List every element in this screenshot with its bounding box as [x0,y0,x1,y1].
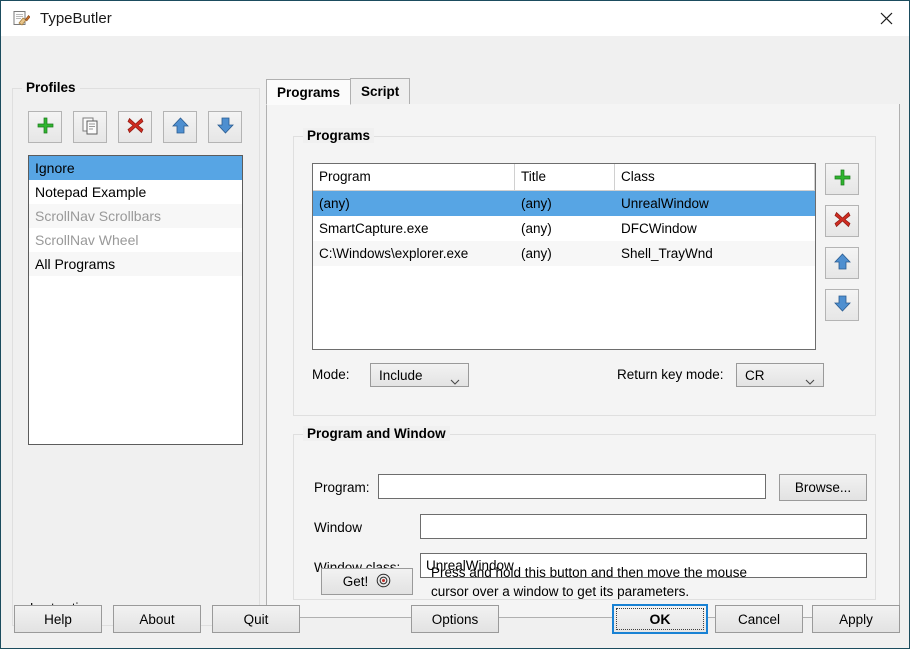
program-label: Program: [314,480,370,495]
apply-button[interactable]: Apply [812,605,900,633]
delete-program-button[interactable] [825,205,859,237]
tab-page-programs: Programs Program Title Class (any) (any)… [266,104,900,618]
list-item[interactable]: Notepad Example [29,180,242,204]
table-row[interactable]: (any) (any) UnrealWindow [313,191,815,216]
cell-program: SmartCapture.exe [319,221,429,236]
bottom-button-bar: Help About Quit Options OK Cancel Apply [1,591,909,648]
help-button[interactable]: Help [14,605,102,633]
add-profile-button[interactable] [28,111,62,143]
profiles-listbox[interactable]: Ignore Notepad Example ScrollNav Scrollb… [28,155,243,445]
cell-title: (any) [521,196,552,211]
ok-button-label: OK [649,611,671,627]
grid-header-row: Program Title Class [313,164,815,191]
programs-groupbox: Programs Program Title Class (any) (any)… [293,128,876,416]
tab-script[interactable]: Script [350,78,411,104]
delete-x-icon [126,116,145,138]
list-item[interactable]: ScrollNav Scrollbars [29,204,242,228]
delete-profile-button[interactable] [118,111,152,143]
add-program-button[interactable] [825,163,859,195]
close-icon[interactable] [863,1,909,35]
options-button[interactable]: Options [411,605,499,633]
cell-class: UnrealWindow [621,196,709,211]
copy-profile-button[interactable] [73,111,107,143]
programs-grid[interactable]: Program Title Class (any) (any) UnrealWi… [312,163,816,350]
plus-icon [36,116,55,138]
plus-icon [833,168,852,190]
arrow-up-icon [171,116,190,138]
window-title: TypeButler [40,10,112,27]
arrow-down-icon [216,116,235,138]
program-down-button[interactable] [825,289,859,321]
mode-select[interactable]: Include [370,363,469,387]
programs-grid-toolbar [825,163,859,321]
profiles-groupbox: Profiles Ignore Notepad Example ScrollNa… [12,80,260,626]
window-input[interactable] [420,514,867,539]
column-header-class[interactable]: Class [615,164,815,190]
column-header-program[interactable]: Program [313,164,515,190]
return-key-mode-value: CR [745,367,765,383]
table-row[interactable]: C:\Windows\explorer.exe (any) Shell_Tray… [313,241,815,266]
mode-select-value: Include [379,367,423,383]
window-label: Window [314,520,363,535]
chevron-down-icon [450,373,460,388]
arrow-down-icon [833,294,852,316]
profiles-group-title: Profiles [22,80,80,95]
cell-class: DFCWindow [621,221,697,236]
mode-label: Mode: [312,367,350,382]
return-key-mode-select[interactable]: CR [736,363,824,387]
cancel-button[interactable]: Cancel [715,605,803,633]
profiles-toolbar [28,111,242,143]
program-up-button[interactable] [825,247,859,279]
window-body: Profiles Ignore Notepad Example ScrollNa… [1,36,909,648]
arrow-up-icon [833,252,852,274]
delete-x-icon [833,210,852,232]
list-item[interactable]: ScrollNav Wheel [29,228,242,252]
move-up-button[interactable] [163,111,197,143]
document-pencil-icon [13,10,31,27]
get-button-label: Get! [342,574,369,589]
programs-group-title: Programs [303,128,375,143]
table-row[interactable]: SmartCapture.exe (any) DFCWindow [313,216,815,241]
list-item[interactable]: All Programs [29,252,242,276]
tab-programs[interactable]: Programs [266,79,352,105]
list-item[interactable]: Ignore [29,156,242,180]
column-header-title[interactable]: Title [515,164,615,190]
return-key-mode-label: Return key mode: [617,367,724,382]
ok-button[interactable]: OK [612,604,708,634]
cell-program: C:\Windows\explorer.exe [319,246,469,261]
program-and-window-group-title: Program and Window [303,426,450,441]
quit-button[interactable]: Quit [212,605,300,633]
cell-title: (any) [521,246,552,261]
main-window: TypeButler Profiles Ignore Notepad Examp… [0,0,910,649]
browse-button[interactable]: Browse... [779,474,867,501]
cell-class: Shell_TrayWnd [621,246,713,261]
copy-icon [81,116,100,138]
program-and-window-groupbox: Program and Window Program: Browse... Wi… [293,426,876,600]
mode-row: Mode: Include Return key mode: CR [312,363,857,387]
tab-strip: Programs Script [266,78,900,105]
cell-title: (any) [521,221,552,236]
program-input[interactable] [378,474,766,499]
chevron-down-icon [805,373,815,388]
about-button[interactable]: About [113,605,201,633]
title-bar: TypeButler [1,1,909,36]
target-crosshair-icon [376,573,391,591]
cell-program: (any) [319,196,350,211]
move-down-button[interactable] [208,111,242,143]
